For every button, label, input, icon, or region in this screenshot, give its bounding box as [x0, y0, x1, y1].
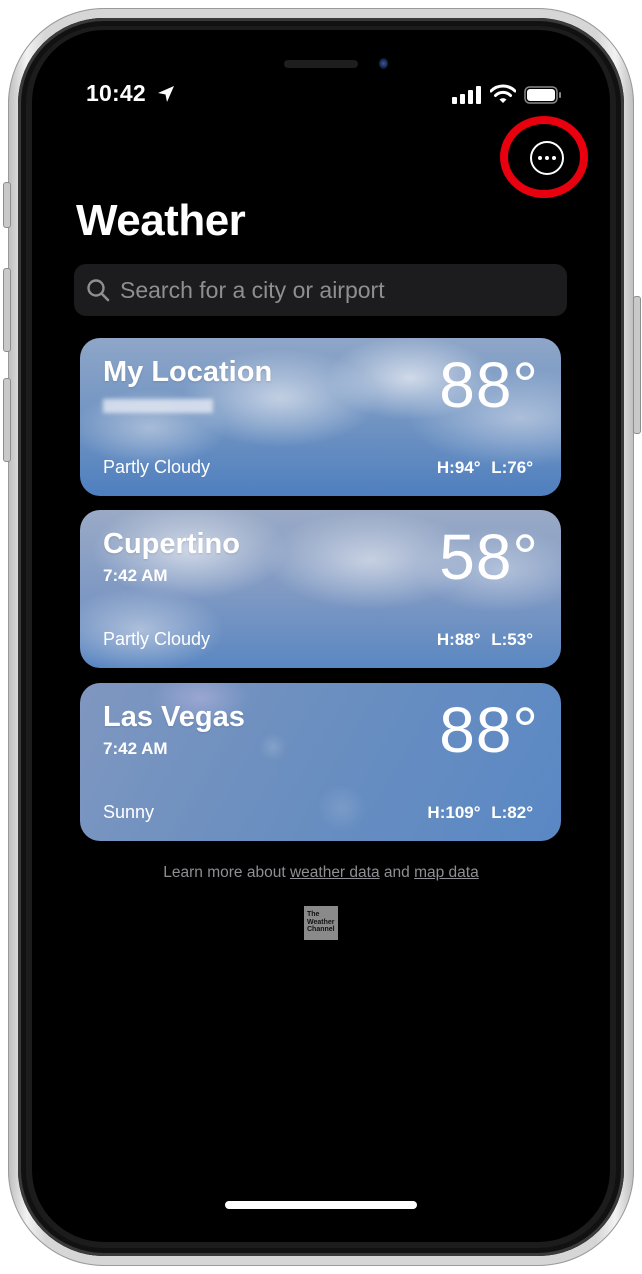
location-card-las-vegas[interactable]: Las Vegas 7:42 AM 88° Sunny H:109° L:82° [80, 683, 561, 841]
high-low-temperature: H:109° L:82° [427, 803, 533, 822]
logo-line: Weather [307, 918, 335, 926]
weather-condition: Partly Cloudy [103, 457, 211, 477]
weather-channel-logo[interactable]: The Weather Channel [304, 906, 338, 940]
redacted-location-subtitle [103, 399, 213, 413]
ellipsis-dot [552, 156, 556, 160]
weather-data-link[interactable]: weather data [290, 864, 380, 881]
status-time: 10:42 [86, 80, 146, 106]
cellular-signal-icon [452, 86, 481, 104]
current-temperature: 88° [439, 349, 539, 421]
wifi-icon [490, 84, 516, 103]
current-temperature: 58° [439, 521, 539, 593]
search-icon [87, 279, 110, 302]
logo-line: Channel [307, 926, 335, 933]
high-low-temperature: H:94° L:76° [436, 458, 533, 477]
attribution-prefix: Learn more about [163, 864, 286, 881]
search-input[interactable] [118, 275, 542, 305]
weather-condition: Sunny [103, 802, 155, 822]
front-camera [379, 58, 388, 69]
high-low-temperature: H:88° L:53° [436, 630, 533, 649]
earpiece-speaker [284, 60, 358, 68]
map-data-link[interactable]: map data [414, 864, 479, 881]
mute-switch [3, 182, 11, 228]
local-time: 7:42 AM [103, 739, 168, 758]
search-bar[interactable] [74, 264, 567, 316]
volume-up-button [3, 268, 11, 352]
location-card-my-location[interactable]: My Location 88° Partly Cloudy H:94° L:76… [80, 338, 561, 496]
location-name: My Location [103, 356, 273, 388]
location-arrow-icon [158, 86, 174, 102]
volume-down-button [3, 378, 11, 462]
attribution-and: and [383, 864, 410, 881]
data-attribution-note: Learn more about weather data and map da… [0, 864, 642, 882]
location-card-cupertino[interactable]: Cupertino 7:42 AM 58° Partly Cloudy H:88… [80, 510, 561, 668]
battery-icon [524, 86, 561, 104]
page-title: Weather [76, 196, 246, 245]
local-time: 7:42 AM [103, 566, 168, 585]
ellipsis-circle-icon [538, 156, 542, 160]
location-name: Cupertino [103, 528, 240, 560]
location-name: Las Vegas [103, 701, 245, 733]
current-temperature: 88° [439, 694, 539, 766]
more-options-button[interactable] [530, 141, 564, 175]
side-power-button [633, 296, 641, 434]
logo-line: The [307, 911, 320, 918]
home-indicator[interactable] [225, 1201, 417, 1209]
weather-condition: Partly Cloudy [103, 629, 211, 649]
ellipsis-dot [545, 156, 549, 160]
